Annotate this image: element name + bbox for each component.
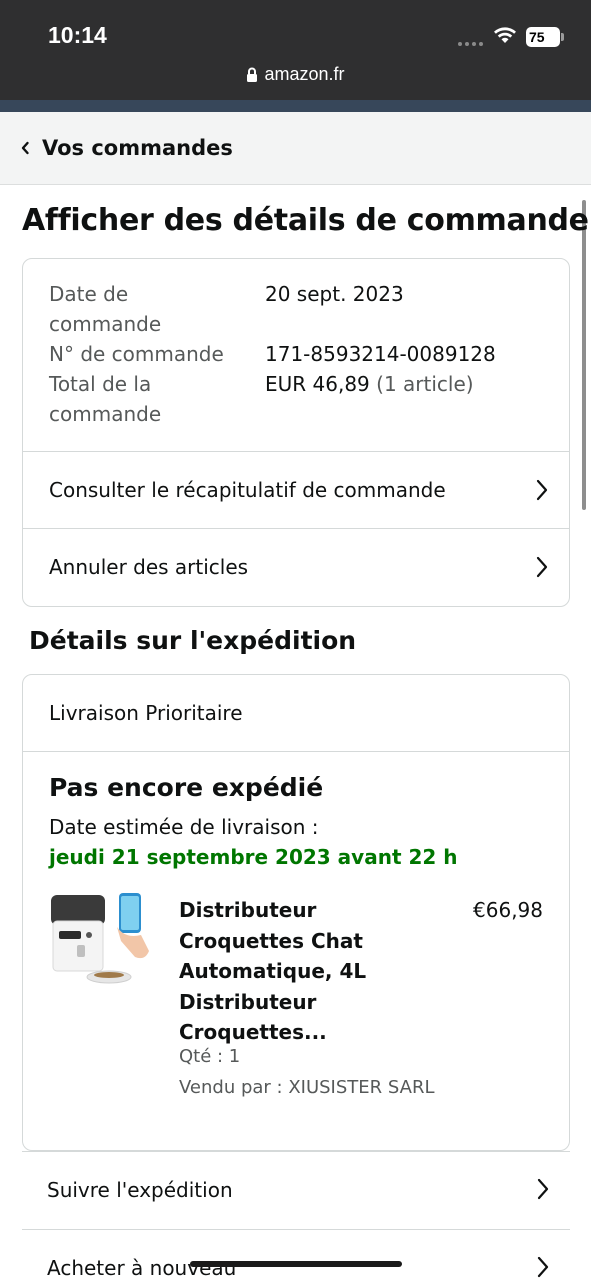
delivery-type: Livraison Prioritaire <box>23 675 569 752</box>
product-image[interactable] <box>49 891 157 999</box>
header-accent-strip <box>0 100 591 112</box>
order-number-label: N° de commande <box>49 342 224 366</box>
cancel-items-link[interactable]: Annuler des articles <box>23 528 569 605</box>
order-item-count: (1 article) <box>376 372 474 396</box>
estimated-delivery-date: jeudi 21 septembre 2023 avant 22 h <box>49 845 458 869</box>
page: 10:14 75 amazon.fr Vos commandes Affiche… <box>0 0 591 1280</box>
order-summary-link[interactable]: Consulter le récapitulatif de commande <box>23 451 569 528</box>
order-total-label: Total de la commande <box>49 372 162 426</box>
order-total-amount: EUR 46,89 <box>265 372 370 396</box>
product-title[interactable]: Distributeur Croquettes Chat Automatique… <box>179 895 379 1048</box>
url-bar[interactable]: amazon.fr <box>0 64 591 85</box>
scrollbar[interactable] <box>582 200 586 510</box>
status-time: 10:14 <box>48 22 107 48</box>
buy-again-label: Acheter à nouveau <box>47 1256 237 1280</box>
order-total-value: EUR 46,89 (1 article) <box>265 369 474 399</box>
back-label: Vos commandes <box>42 136 233 160</box>
estimated-delivery-label: Date estimée de livraison : <box>49 815 319 839</box>
chevron-left-icon <box>21 141 29 155</box>
product-quantity: Qté : 1 <box>179 1046 241 1067</box>
buy-again-link[interactable]: Acheter à nouveau <box>22 1229 570 1280</box>
order-info-table: Date de commande 20 sept. 2023 N° de com… <box>23 259 569 451</box>
chevron-right-icon <box>536 556 548 578</box>
order-summary-card: Date de commande 20 sept. 2023 N° de com… <box>22 258 570 607</box>
back-to-orders-link[interactable]: Vos commandes <box>0 112 591 185</box>
order-number-value: 171-8593214-0089128 <box>265 342 496 366</box>
url-text: amazon.fr <box>264 64 345 84</box>
track-shipment-link[interactable]: Suivre l'expédition <box>22 1151 570 1228</box>
cancel-items-link-label: Annuler des articles <box>49 555 249 579</box>
chevron-right-icon <box>537 1178 549 1200</box>
shipment-status: Pas encore expédié <box>49 773 324 802</box>
shipping-section-title: Détails sur l'expédition <box>29 626 357 655</box>
lock-icon <box>247 67 258 82</box>
shipment-card: Livraison Prioritaire Pas encore expédié… <box>22 674 570 1151</box>
chevron-right-icon <box>537 1256 549 1278</box>
product-price: €66,98 <box>473 898 543 922</box>
order-date-value: 20 sept. 2023 <box>265 282 404 306</box>
battery-icon: 75 <box>526 27 564 47</box>
home-indicator[interactable] <box>190 1261 402 1267</box>
cellular-signal-icon <box>458 42 483 46</box>
wifi-icon <box>494 27 516 43</box>
track-shipment-label: Suivre l'expédition <box>47 1178 233 1202</box>
chevron-right-icon <box>536 479 548 501</box>
page-title: Afficher des détails de commande <box>22 203 589 238</box>
order-date-label: Date de commande <box>49 282 162 336</box>
product-seller: Vendu par : XIUSISTER SARL <box>179 1077 435 1098</box>
order-summary-link-label: Consulter le récapitulatif de commande <box>49 478 446 502</box>
browser-chrome: 10:14 75 amazon.fr <box>0 0 591 100</box>
